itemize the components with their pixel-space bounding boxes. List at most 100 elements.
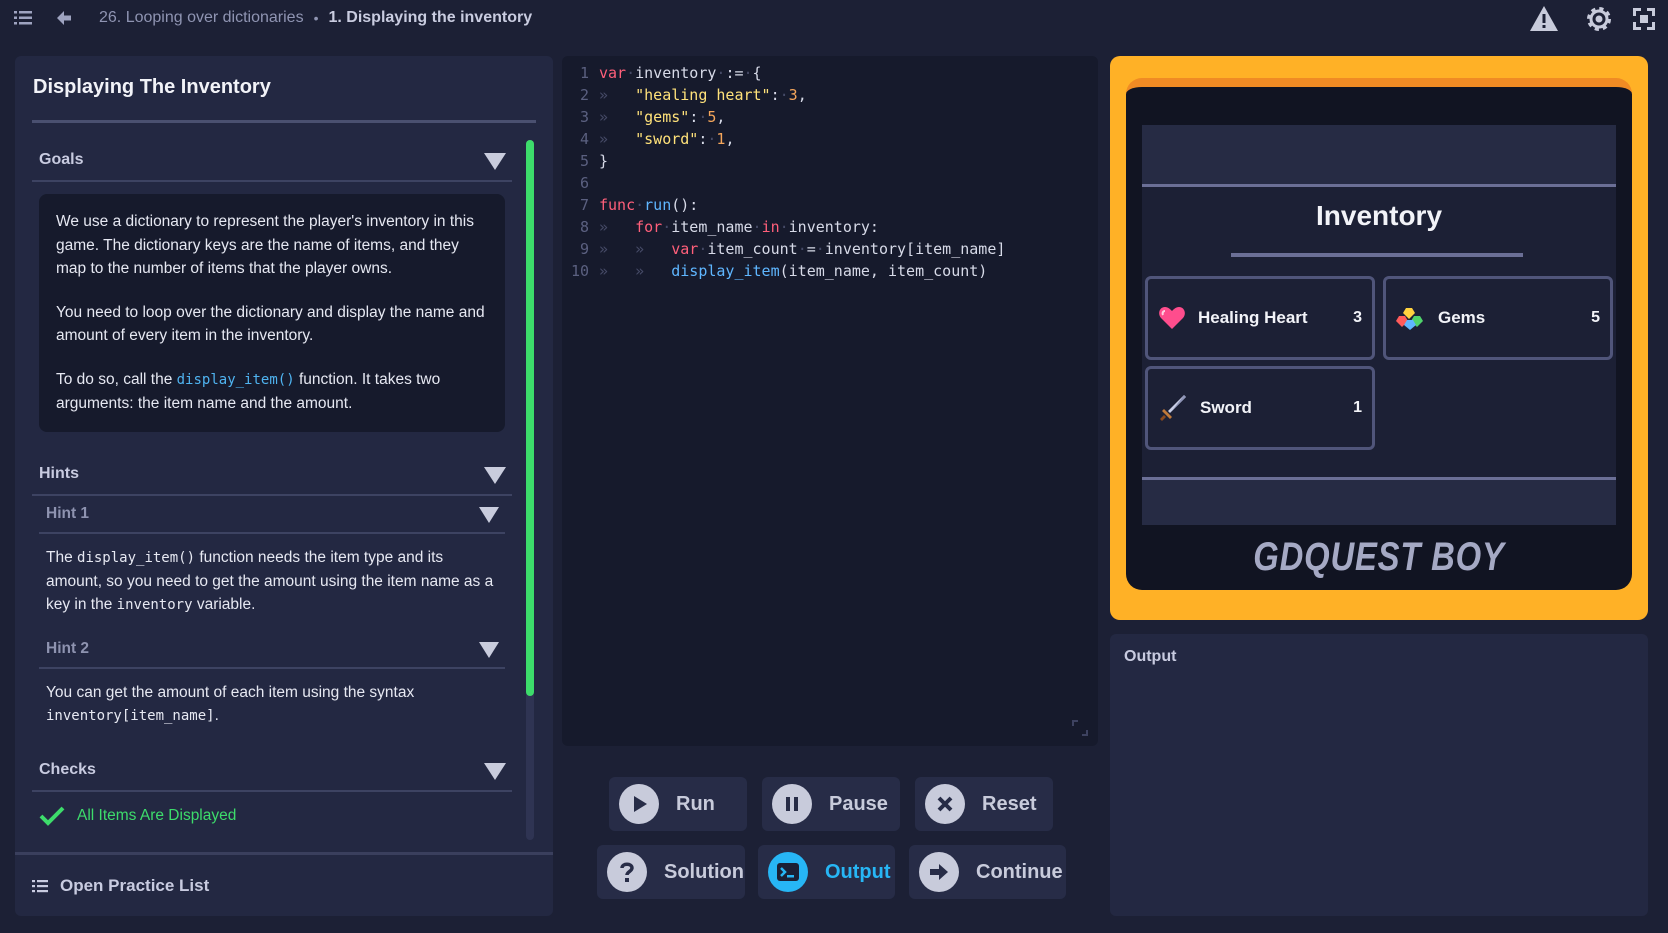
line-number: 8: [579, 218, 589, 236]
code-line: 10» » display_item(item_name, item_count…: [562, 260, 1092, 282]
back-arrow-icon[interactable]: [56, 10, 72, 26]
terminal-icon: [768, 852, 808, 892]
lesson-panel: Displaying The Inventory Goals We use a …: [15, 56, 553, 916]
checks-header[interactable]: Checks: [32, 750, 512, 792]
scrollbar-thumb[interactable]: [526, 140, 534, 696]
code-line: 2» "healing heart":·3,: [562, 84, 1092, 106]
collapse-triangle-icon[interactable]: [484, 153, 506, 170]
inventory-title-underline: [1231, 253, 1523, 257]
continue-button[interactable]: Continue: [909, 845, 1066, 899]
reset-x-icon: [925, 784, 965, 824]
line-number: 1: [579, 64, 589, 82]
gems-icon: [1396, 308, 1423, 330]
arrow-right-icon: [919, 852, 959, 892]
pause-icon: [772, 784, 812, 824]
line-number: 3: [579, 108, 589, 126]
goals-header[interactable]: Goals: [32, 140, 512, 182]
gear-icon[interactable]: [1584, 4, 1614, 34]
question-icon: [607, 852, 647, 892]
line-number: 5: [579, 152, 589, 170]
code-editor[interactable]: 1 var·inventory·:=·{ 2» "healing heart":·…: [562, 56, 1098, 746]
lesson-title: Displaying The Inventory: [33, 76, 271, 98]
goals-paragraph: We use a dictionary to represent the pla…: [56, 213, 474, 277]
hints-header[interactable]: Hints: [32, 454, 512, 496]
item-count: 3: [1353, 309, 1362, 326]
breadcrumb: 26. Looping over dictionaries • 1. Displ…: [99, 9, 532, 27]
inventory-title: Inventory: [1315, 200, 1443, 231]
line-number: 7: [579, 196, 589, 214]
menu-icon[interactable]: [14, 10, 32, 26]
breadcrumb-chapter[interactable]: 26. Looping over dictionaries: [99, 9, 304, 27]
heart-icon: [1159, 307, 1185, 329]
goals-paragraph: To do so, call the display_item() functi…: [56, 368, 488, 416]
run-label: Run: [676, 792, 715, 815]
reset-button[interactable]: Reset: [915, 777, 1053, 831]
lesson-scroll-area[interactable]: Goals We use a dictionary to represent t…: [32, 140, 512, 845]
solution-label: Solution: [664, 860, 744, 883]
open-practice-list-label: Open Practice List: [60, 875, 210, 895]
collapse-triangle-icon[interactable]: [484, 466, 506, 484]
function-link[interactable]: display_item(): [177, 372, 295, 388]
line-number: 6: [579, 174, 589, 192]
breadcrumb-separator: •: [313, 10, 319, 26]
collapse-triangle-icon[interactable]: [479, 506, 499, 523]
hint-text: The: [46, 548, 78, 566]
warning-icon[interactable]: [1529, 5, 1559, 32]
output-label: Output: [825, 860, 891, 883]
pause-button[interactable]: Pause: [762, 777, 900, 831]
item-name: Sword: [1200, 398, 1252, 417]
game-screen: Inventory Healing Heart 3 Gems 5 Sword 1: [1142, 125, 1616, 525]
fullscreen-icon[interactable]: [1632, 7, 1656, 31]
open-practice-list-button[interactable]: Open Practice List: [15, 852, 553, 916]
code-line: 1 var·inventory·:=·{: [562, 62, 1092, 84]
top-bar: 26. Looping over dictionaries • 1. Displ…: [0, 0, 1668, 38]
continue-label: Continue: [976, 860, 1063, 883]
line-number: 9: [579, 240, 589, 258]
output-panel-label: Output: [1124, 648, 1177, 665]
goals-header-label: Goals: [39, 151, 84, 168]
line-number: 4: [579, 130, 589, 148]
line-number: 2: [579, 86, 589, 104]
resize-grip-icon[interactable]: [1070, 718, 1090, 738]
hint-2-header[interactable]: Hint 2: [39, 631, 505, 669]
code-line: 4» "sword":·1,: [562, 128, 1092, 150]
gdquest-boy-device: Inventory Healing Heart 3 Gems 5 Sword 1…: [1126, 78, 1632, 590]
game-frame: Inventory Healing Heart 3 Gems 5 Sword 1…: [1110, 56, 1648, 620]
check-label: All Items Are Displayed: [77, 806, 237, 824]
hint-1-header[interactable]: Hint 1: [39, 496, 505, 534]
check-item: All Items Are Displayed: [32, 806, 512, 826]
hint-2-body: You can get the amount of each item usin…: [39, 669, 505, 742]
hint-text: variable.: [192, 595, 256, 613]
hint-code: display_item(): [77, 549, 196, 566]
hint-text: .: [214, 706, 219, 724]
hint-2-title: Hint 2: [46, 639, 90, 657]
hint-code: inventory: [116, 596, 193, 613]
code-line: 7 func·run():: [562, 194, 1092, 216]
item-count: 1: [1353, 399, 1362, 416]
list-icon: [32, 879, 48, 892]
screen-top-band: [1142, 125, 1616, 187]
code-line: 3» "gems":·5,: [562, 106, 1092, 128]
output-button[interactable]: Output: [758, 845, 895, 899]
goals-paragraph: You need to loop over the dictionary and…: [56, 303, 485, 345]
checks-header-label: Checks: [39, 760, 96, 778]
play-icon: [619, 784, 659, 824]
breadcrumb-lesson: 1. Displaying the inventory: [328, 9, 533, 26]
solution-button[interactable]: Solution: [597, 845, 745, 899]
reset-label: Reset: [982, 792, 1037, 815]
item-name: Healing Heart: [1198, 308, 1308, 327]
item-name: Gems: [1438, 308, 1486, 327]
inventory-slot: Gems 5: [1383, 276, 1613, 360]
title-divider: [32, 120, 536, 123]
output-panel: Output: [1110, 634, 1648, 916]
run-button[interactable]: Run: [609, 777, 747, 831]
hint-text: You can get the amount of each item usin…: [46, 683, 415, 701]
collapse-triangle-icon[interactable]: [479, 641, 499, 658]
sword-icon: [1160, 395, 1186, 421]
hint-1-title: Hint 1: [46, 504, 90, 522]
checkmark-icon: [39, 806, 65, 826]
hints-header-label: Hints: [39, 464, 79, 482]
item-count: 5: [1591, 309, 1600, 326]
hint-code: inventory[item_name]: [46, 707, 215, 724]
collapse-triangle-icon[interactable]: [484, 762, 506, 780]
